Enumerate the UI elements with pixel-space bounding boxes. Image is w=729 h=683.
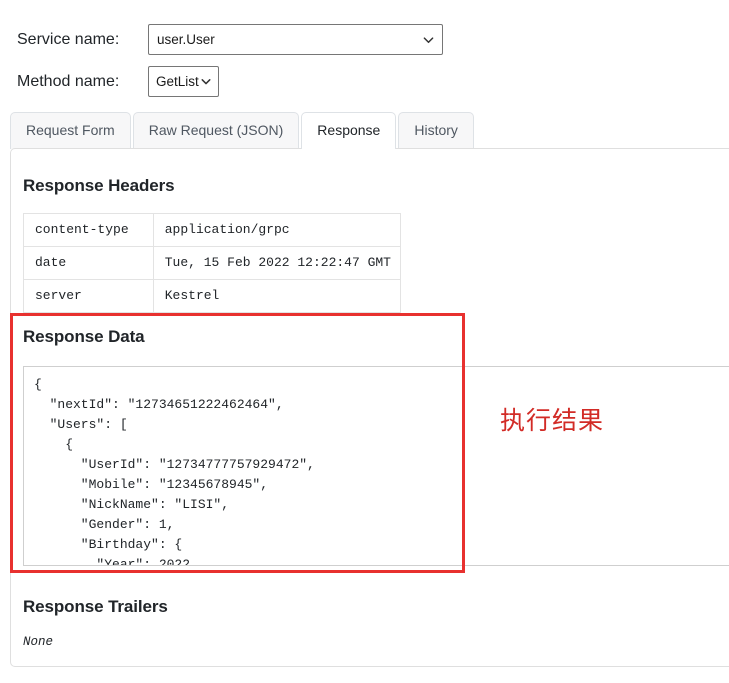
tab-response[interactable]: Response	[301, 112, 397, 149]
method-name-value: GetList	[156, 74, 199, 89]
response-data-code-block[interactable]: { "nextId": "12734651222462464", "Users"…	[23, 366, 729, 566]
page-root: Service name: user.User Method name: Get…	[0, 0, 729, 683]
service-name-label: Service name:	[17, 31, 120, 48]
tab-request-form[interactable]: Request Form	[10, 112, 131, 149]
response-trailers-title: Response Trailers	[23, 597, 168, 616]
header-value: Kestrel	[152, 279, 402, 313]
header-value: application/grpc	[152, 213, 402, 247]
response-headers-title: Response Headers	[23, 176, 175, 195]
header-key: server	[23, 279, 154, 313]
method-name-select[interactable]: GetList	[148, 66, 219, 97]
header-key: date	[23, 246, 154, 280]
service-name-select[interactable]: user.User	[148, 24, 443, 55]
response-data-title: Response Data	[23, 327, 145, 346]
response-trailers-value: None	[23, 635, 54, 649]
table-row: date Tue, 15 Feb 2022 12:22:47 GMT	[23, 246, 402, 280]
response-headers-table: content-type application/grpc date Tue, …	[23, 213, 402, 313]
service-name-value: user.User	[157, 32, 215, 47]
service-name-row: Service name: user.User	[0, 0, 729, 55]
tab-raw-request-json[interactable]: Raw Request (JSON)	[132, 112, 300, 149]
table-row: server Kestrel	[23, 279, 402, 313]
tab-bar: Request Form Raw Request (JSON) Response…	[10, 112, 476, 149]
method-name-row: Method name: GetList	[0, 55, 729, 97]
header-value: Tue, 15 Feb 2022 12:22:47 GMT	[152, 246, 402, 280]
table-row: content-type application/grpc	[23, 213, 402, 247]
header-key: content-type	[23, 213, 154, 247]
chevron-down-icon	[423, 34, 434, 45]
annotation-label: 执行结果	[500, 406, 605, 435]
chevron-down-icon	[201, 76, 212, 87]
tab-history[interactable]: History	[398, 112, 474, 149]
response-panel: Response Headers content-type applicatio…	[10, 148, 729, 667]
response-data-json: { "nextId": "12734651222462464", "Users"…	[34, 377, 315, 566]
method-name-label: Method name:	[17, 73, 120, 90]
